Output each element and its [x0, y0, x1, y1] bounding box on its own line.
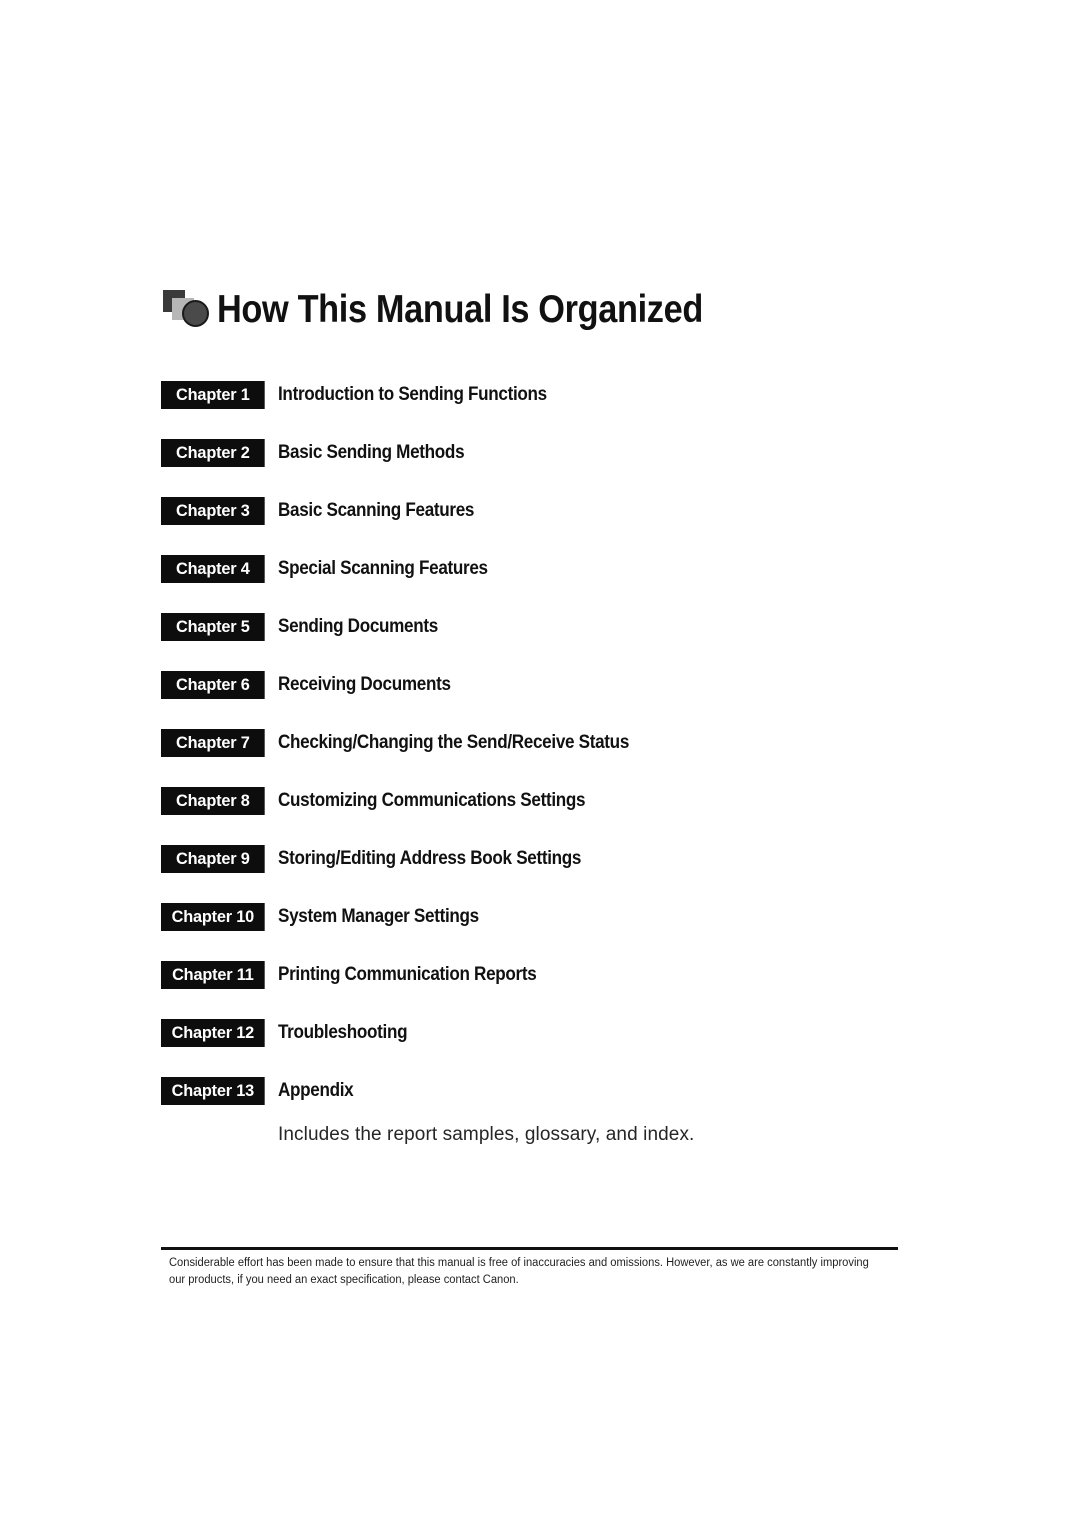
- chapter-badge: Chapter 13: [161, 1077, 265, 1105]
- chapter-badge: Chapter 12: [161, 1019, 265, 1047]
- chapter-row[interactable]: Chapter 2 Basic Sending Methods: [161, 439, 921, 497]
- chapter-row[interactable]: Chapter 12 Troubleshooting: [161, 1019, 921, 1077]
- chapter-badge: Chapter 6: [161, 671, 265, 699]
- page-title: How This Manual Is Organized: [217, 287, 703, 331]
- appendix-note: Includes the report samples, glossary, a…: [278, 1124, 695, 1145]
- chapter-row[interactable]: Chapter 5 Sending Documents: [161, 613, 921, 671]
- footer-disclaimer: Considerable effort has been made to ens…: [169, 1257, 869, 1286]
- chapter-row[interactable]: Chapter 10 System Manager Settings: [161, 903, 921, 961]
- chapter-badge: Chapter 4: [161, 555, 265, 583]
- chapter-badge: Chapter 2: [161, 439, 265, 467]
- layered-squares-circle-icon: [161, 286, 211, 332]
- page-title-block: How This Manual Is Organized: [161, 281, 769, 337]
- chapter-title: Troubleshooting: [278, 1022, 408, 1043]
- footer-divider: [161, 1247, 898, 1250]
- chapter-badge: Chapter 5: [161, 613, 265, 641]
- chapter-row[interactable]: Chapter 8 Customizing Communications Sett…: [161, 787, 921, 845]
- chapter-row[interactable]: Chapter 11 Printing Communication Reports: [161, 961, 921, 1019]
- chapter-badge: Chapter 10: [161, 903, 265, 931]
- chapter-title: Basic Scanning Features: [278, 500, 475, 521]
- chapter-row[interactable]: Chapter 1 Introduction to Sending Functio…: [161, 381, 921, 439]
- chapter-badge: Chapter 7: [161, 729, 265, 757]
- chapter-badge: Chapter 9: [161, 845, 265, 873]
- chapter-badge: Chapter 3: [161, 497, 265, 525]
- chapter-row[interactable]: Chapter 7 Checking/Changing the Send/Rece…: [161, 729, 921, 787]
- icon-circle: [182, 300, 209, 327]
- chapter-row[interactable]: Chapter 9 Storing/Editing Address Book Se…: [161, 845, 921, 903]
- chapter-row[interactable]: Chapter 4 Special Scanning Features: [161, 555, 921, 613]
- chapter-badge: Chapter 8: [161, 787, 265, 815]
- chapter-badge: Chapter 11: [161, 961, 265, 989]
- chapter-title: Special Scanning Features: [278, 558, 488, 579]
- chapter-title: Storing/Editing Address Book Settings: [278, 848, 582, 869]
- chapter-title: Sending Documents: [278, 616, 438, 637]
- chapter-title: Printing Communication Reports: [278, 964, 537, 985]
- chapter-row[interactable]: Chapter 6 Receiving Documents: [161, 671, 921, 729]
- chapter-row[interactable]: Chapter 3 Basic Scanning Features: [161, 497, 921, 555]
- chapter-title: Appendix: [278, 1080, 354, 1101]
- chapter-title: System Manager Settings: [278, 906, 479, 927]
- chapter-list: Chapter 1 Introduction to Sending Functio…: [161, 381, 921, 1135]
- chapter-title: Basic Sending Methods: [278, 442, 465, 463]
- chapter-title: Introduction to Sending Functions: [278, 384, 547, 405]
- chapter-title: Customizing Communications Settings: [278, 790, 586, 811]
- chapter-title: Receiving Documents: [278, 674, 451, 695]
- chapter-badge: Chapter 1: [161, 381, 265, 409]
- chapter-title: Checking/Changing the Send/Receive Statu…: [278, 732, 630, 753]
